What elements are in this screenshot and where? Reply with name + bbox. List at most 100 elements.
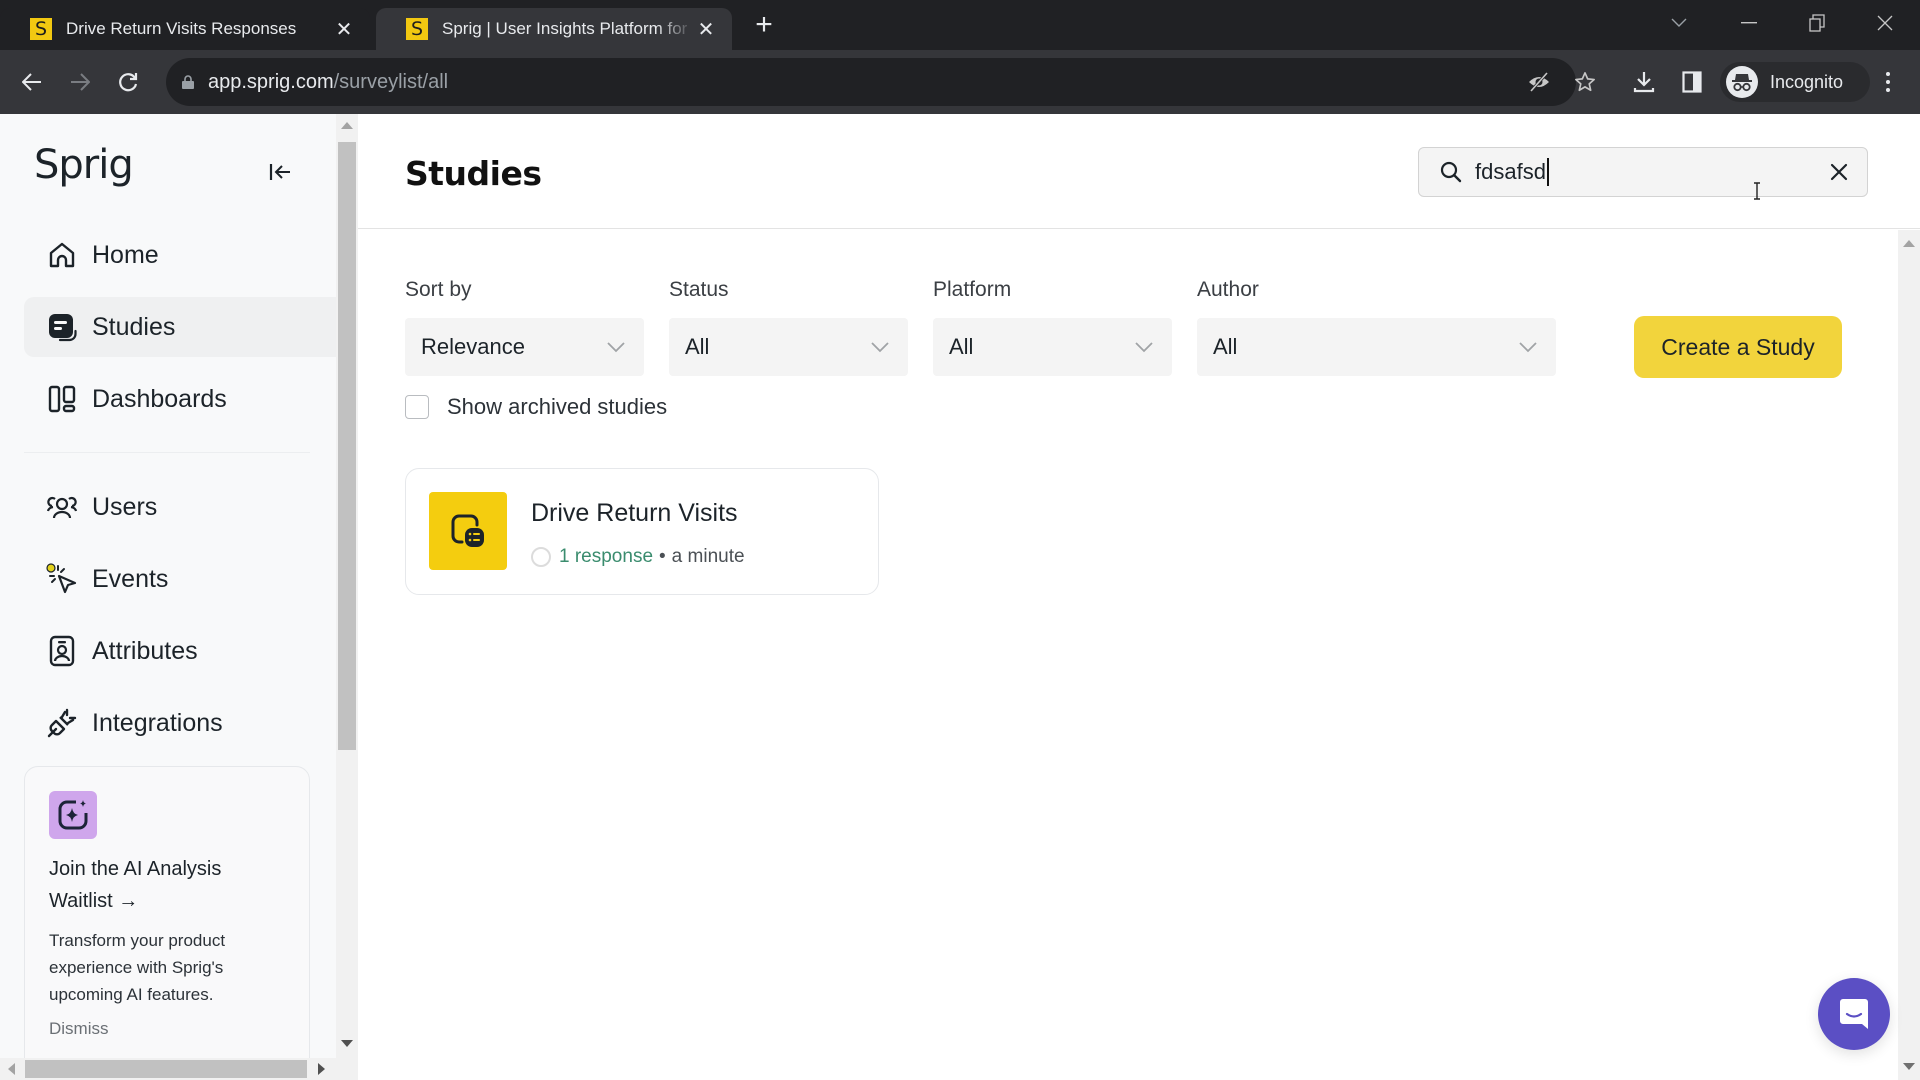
sidebar-item-label: Integrations	[92, 708, 223, 737]
sidebar-item-integrations[interactable]: Integrations	[24, 693, 336, 753]
sidebar-item-label: Home	[92, 240, 159, 269]
sidebar-divider	[24, 452, 310, 453]
sidebar-item-dashboards[interactable]: Dashboards	[24, 369, 336, 429]
collapse-sidebar-icon[interactable]	[264, 156, 296, 188]
chevron-down-icon	[1135, 342, 1153, 353]
study-response-count[interactable]: 1 response	[559, 546, 653, 568]
side-panel-icon[interactable]	[1674, 64, 1710, 100]
header-divider	[358, 228, 1920, 229]
close-tab-icon[interactable]: ✕	[332, 17, 356, 42]
select-value: All	[949, 334, 974, 359]
sidebar-item-label: Events	[92, 564, 169, 593]
main-content: Studies fdsafsd Sort by Relevance Status…	[358, 114, 1920, 1080]
status-indicator-icon	[531, 547, 551, 567]
chevron-down-icon	[1519, 342, 1537, 353]
survey-study-icon	[429, 492, 507, 570]
show-archived-checkbox[interactable]	[405, 395, 429, 419]
ai-sparkle-icon	[49, 791, 97, 839]
promo-title-link[interactable]: Join the AI Analysis Waitlist →	[49, 853, 289, 917]
scroll-up-arrow-icon[interactable]	[341, 122, 353, 129]
back-icon[interactable]	[14, 64, 50, 100]
platform-label: Platform	[933, 278, 1012, 301]
promo-dismiss-button[interactable]: Dismiss	[49, 1019, 109, 1039]
incognito-label: Incognito	[1770, 71, 1844, 92]
sidebar-horizontal-scrollbar[interactable]	[0, 1058, 358, 1080]
meta-separator: •	[659, 546, 666, 567]
reload-icon[interactable]	[110, 64, 146, 100]
platform-select[interactable]: All	[933, 318, 1172, 376]
search-input[interactable]: fdsafsd	[1418, 147, 1868, 197]
chat-icon	[1840, 999, 1868, 1029]
close-tab-icon[interactable]: ✕	[694, 17, 718, 42]
sidebar-item-label: Dashboards	[92, 384, 227, 413]
sidebar-item-users[interactable]: Users	[24, 477, 336, 537]
tab-title: Sprig | User Insights Platform for	[442, 19, 688, 38]
tracking-protection-eye-off-icon[interactable]	[1526, 69, 1552, 95]
download-icon[interactable]	[1626, 64, 1662, 100]
chat-launcher-button[interactable]	[1818, 978, 1890, 1050]
home-icon	[46, 239, 78, 271]
select-value: Relevance	[421, 334, 525, 359]
browser-tab[interactable]: S Drive Return Visits Responses ✕	[0, 8, 370, 50]
sidebar: Sprig Home Studies Dashboards Users Even…	[0, 114, 336, 1058]
status-label: Status	[669, 278, 729, 301]
sprig-logo[interactable]: Sprig	[34, 142, 134, 188]
browser-tab-strip: S Drive Return Visits Responses ✕ S Spri…	[0, 0, 1920, 50]
scroll-down-arrow-icon[interactable]	[1903, 1063, 1915, 1070]
scroll-up-arrow-icon[interactable]	[1903, 240, 1915, 247]
sidebar-item-attributes[interactable]: Attributes	[24, 621, 336, 681]
scrollbar-thumb[interactable]	[338, 142, 356, 750]
address-bar[interactable]: app.sprig.com/surveylist/all	[166, 58, 1595, 106]
show-archived-row[interactable]: Show archived studies	[405, 394, 667, 420]
study-card[interactable]: Drive Return Visits 1 response • a minut…	[405, 468, 879, 595]
status-select[interactable]: All	[669, 318, 908, 376]
events-icon	[46, 563, 78, 595]
browser-menu-icon[interactable]	[1874, 64, 1902, 100]
browser-tab-active[interactable]: S Sprig | User Insights Platform for ✕	[376, 8, 732, 50]
author-select[interactable]: All	[1197, 318, 1556, 376]
forward-icon[interactable]	[62, 64, 98, 100]
chevron-down-icon	[607, 342, 625, 353]
bookmark-star-icon[interactable]	[1572, 69, 1598, 95]
author-label: Author	[1197, 278, 1259, 301]
lock-icon	[182, 75, 194, 89]
scrollbar-thumb[interactable]	[25, 1060, 307, 1078]
show-archived-label[interactable]: Show archived studies	[447, 394, 667, 420]
sort-by-select[interactable]: Relevance	[405, 318, 644, 376]
restore-icon[interactable]	[1794, 8, 1840, 38]
sidebar-item-label: Users	[92, 492, 158, 521]
select-value: All	[685, 334, 710, 359]
sort-by-label: Sort by	[405, 278, 472, 301]
sprig-favicon-icon: S	[406, 18, 428, 40]
attributes-icon	[46, 635, 78, 667]
clear-search-icon[interactable]	[1827, 160, 1851, 184]
new-tab-button[interactable]: +	[748, 8, 780, 42]
search-icon	[1440, 161, 1462, 183]
create-study-button[interactable]: Create a Study	[1634, 316, 1842, 378]
scroll-down-arrow-icon[interactable]	[341, 1040, 353, 1047]
close-window-icon[interactable]	[1862, 8, 1908, 38]
scroll-left-arrow-icon[interactable]	[8, 1063, 15, 1075]
study-time: a minute	[671, 546, 745, 567]
sidebar-item-label: Studies	[92, 312, 176, 341]
main-vertical-scrollbar[interactable]	[1898, 230, 1920, 1080]
sidebar-item-studies[interactable]: Studies	[24, 297, 336, 357]
text-cursor-icon	[1754, 182, 1760, 200]
browser-toolbar: app.sprig.com/surveylist/all Incognito	[0, 50, 1920, 114]
minimize-icon[interactable]	[1726, 8, 1772, 38]
chevron-down-icon	[871, 342, 889, 353]
select-value: All	[1213, 334, 1238, 359]
url-text: app.sprig.com/surveylist/all	[208, 70, 449, 93]
text-caret	[1546, 158, 1549, 186]
scroll-right-arrow-icon[interactable]	[318, 1063, 325, 1075]
tab-search-icon[interactable]	[1656, 8, 1702, 38]
sidebar-vertical-scrollbar[interactable]	[336, 114, 358, 1058]
sidebar-item-events[interactable]: Events	[24, 549, 336, 609]
dashboards-icon	[46, 383, 78, 415]
search-value: fdsafsd	[1475, 159, 1546, 184]
study-name[interactable]: Drive Return Visits	[531, 499, 738, 528]
incognito-profile-button[interactable]: Incognito	[1720, 62, 1870, 102]
promo-description: Transform your product experience with S…	[49, 931, 226, 1004]
sidebar-item-home[interactable]: Home	[24, 225, 336, 285]
sidebar-item-label: Attributes	[92, 636, 198, 665]
